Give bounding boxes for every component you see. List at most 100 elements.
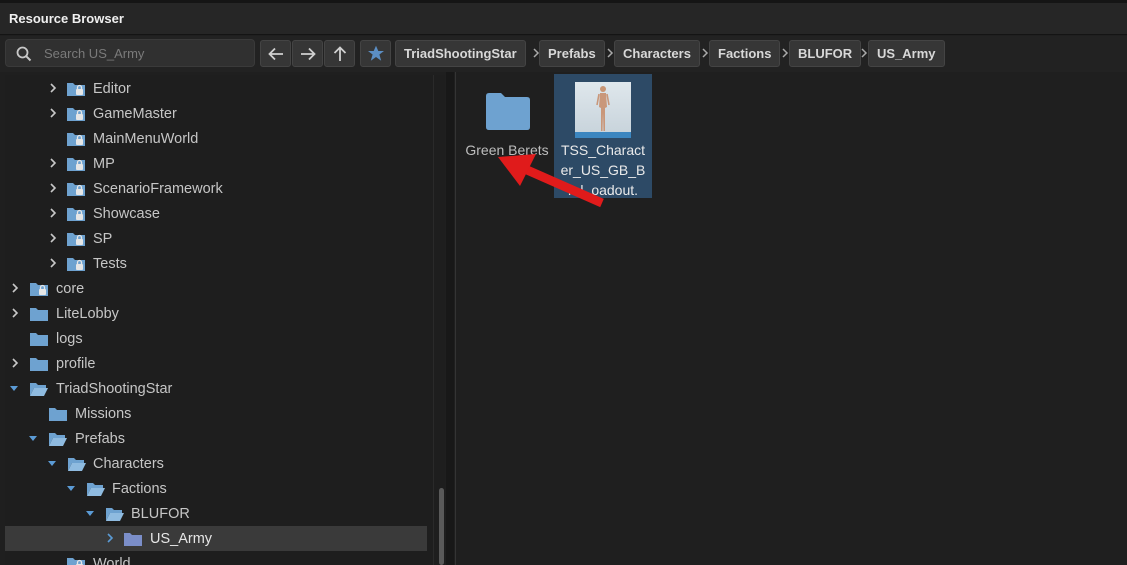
folder-icon xyxy=(30,333,48,346)
tree-item[interactable]: LiteLobby xyxy=(5,301,427,326)
tree-item[interactable]: MP xyxy=(5,151,427,176)
search-input[interactable] xyxy=(44,43,249,63)
tree-item[interactable]: TriadShootingStar xyxy=(5,376,427,401)
tree-item-selected[interactable]: US_Army xyxy=(5,526,427,551)
scrollbar-thumb[interactable] xyxy=(439,488,444,565)
chevron-right-icon[interactable] xyxy=(48,82,58,94)
tree-item-label: Tests xyxy=(93,256,127,272)
tree-item[interactable]: World xyxy=(5,551,427,565)
window-titlebar: Resource Browser xyxy=(0,0,1127,35)
chevron-down-icon[interactable] xyxy=(9,384,19,396)
locked-folder-icon xyxy=(67,258,85,271)
folder-open-icon xyxy=(87,483,105,496)
chevron-right-icon[interactable] xyxy=(10,357,20,369)
panel-divider[interactable] xyxy=(446,72,454,565)
tree-item[interactable]: logs xyxy=(5,326,427,351)
chevron-right-icon[interactable] xyxy=(10,282,20,294)
breadcrumb-item[interactable]: Factions xyxy=(709,40,781,67)
chevron-right-icon[interactable] xyxy=(48,107,58,119)
search-box[interactable] xyxy=(5,39,255,67)
chevron-right-icon xyxy=(702,48,709,58)
folder-icon xyxy=(30,308,48,321)
tree-item[interactable]: core xyxy=(5,276,427,301)
back-button[interactable] xyxy=(260,40,291,67)
search-icon xyxy=(16,46,32,62)
chevron-down-icon[interactable] xyxy=(28,434,38,446)
tree-item[interactable]: Factions xyxy=(5,476,427,501)
tree-item-label: SP xyxy=(93,231,113,247)
arrow-up-icon xyxy=(333,45,346,61)
tree-item[interactable]: Editor xyxy=(5,76,427,101)
annotation-arrow xyxy=(498,154,604,208)
tree-item[interactable]: Missions xyxy=(5,401,427,426)
folder-open-icon xyxy=(106,508,124,521)
folder-icon xyxy=(49,408,67,421)
folder-open-icon xyxy=(68,458,86,471)
tree-item-label: TriadShootingStar xyxy=(56,381,173,397)
character-thumbnail xyxy=(575,82,631,138)
tree-item-label: World xyxy=(93,556,131,565)
folder-icon xyxy=(30,358,48,371)
character-figure-icon xyxy=(596,86,610,131)
tree-item[interactable]: Characters xyxy=(5,451,427,476)
tree-item[interactable]: profile xyxy=(5,351,427,376)
chevron-down-icon[interactable] xyxy=(85,509,95,521)
chevron-right-icon xyxy=(607,48,614,58)
tree-item[interactable]: SP xyxy=(5,226,427,251)
folder-open-icon xyxy=(30,383,48,396)
tree-item-label: US_Army xyxy=(150,531,213,547)
locked-folder-icon xyxy=(67,133,85,146)
tree-item-label: ScenarioFramework xyxy=(93,181,223,197)
up-button[interactable] xyxy=(324,40,355,67)
breadcrumb-item[interactable]: Characters xyxy=(614,40,700,67)
folder-icon xyxy=(124,533,142,546)
locked-folder-icon xyxy=(67,108,85,121)
chevron-right-icon[interactable] xyxy=(48,207,58,219)
chevron-right-icon[interactable] xyxy=(48,257,58,269)
tree-item-label: profile xyxy=(56,356,96,372)
locked-folder-icon xyxy=(30,283,48,296)
breadcrumb-item[interactable]: Prefabs xyxy=(539,40,605,67)
breadcrumb-item[interactable]: BLUFOR xyxy=(789,40,862,67)
chevron-down-icon[interactable] xyxy=(47,459,57,471)
arrow-left-icon xyxy=(267,47,283,60)
tree-item[interactable]: BLUFOR xyxy=(5,501,427,526)
forward-button[interactable] xyxy=(292,40,323,67)
tree-item-label: LiteLobby xyxy=(56,306,119,322)
chevron-right-icon[interactable] xyxy=(48,232,58,244)
tree-item-label: Editor xyxy=(93,81,131,97)
locked-folder-icon xyxy=(67,158,85,171)
asset-grid: Green Berets TSS_Charact er_US_GB_B ral_… xyxy=(455,72,1127,565)
tree-item-label: Factions xyxy=(112,481,167,497)
tree-item-label: MainMenuWorld xyxy=(93,131,199,147)
tree-item-label: Showcase xyxy=(93,206,160,222)
tree-item[interactable]: ScenarioFramework xyxy=(5,176,427,201)
tree-item[interactable]: MainMenuWorld xyxy=(5,126,427,151)
tree-scrollbar[interactable] xyxy=(433,75,445,565)
chevron-right-icon[interactable] xyxy=(105,532,115,544)
chevron-right-icon[interactable] xyxy=(48,182,58,194)
tree-item[interactable]: Tests xyxy=(5,251,427,276)
tree-item[interactable]: Showcase xyxy=(5,201,427,226)
chevron-right-icon[interactable] xyxy=(10,307,20,319)
tree-item[interactable]: GameMaster xyxy=(5,101,427,126)
folder-open-icon xyxy=(49,433,67,446)
chevron-right-icon xyxy=(782,48,789,58)
star-icon xyxy=(367,45,384,61)
breadcrumb-item[interactable]: US_Army xyxy=(868,40,945,67)
window-title: Resource Browser xyxy=(9,11,124,26)
toolbar: TriadShootingStar Prefabs Characters Fac… xyxy=(0,36,1127,72)
tree-item-label: GameMaster xyxy=(93,106,177,122)
chevron-right-icon xyxy=(861,48,868,58)
tree-item-label: Characters xyxy=(93,456,164,472)
chevron-right-icon[interactable] xyxy=(48,157,58,169)
tree-item[interactable]: Prefabs xyxy=(5,426,427,451)
tree-item-label: MP xyxy=(93,156,115,172)
favorite-button[interactable] xyxy=(360,40,391,67)
breadcrumb-item[interactable]: TriadShootingStar xyxy=(395,40,526,67)
titlebar-top-border xyxy=(0,0,1127,3)
folder-icon xyxy=(486,93,530,130)
locked-folder-icon xyxy=(67,183,85,196)
folder-tree: Editor GameMaster MainMenuWorld MP Scena… xyxy=(5,75,445,565)
chevron-down-icon[interactable] xyxy=(66,484,76,496)
